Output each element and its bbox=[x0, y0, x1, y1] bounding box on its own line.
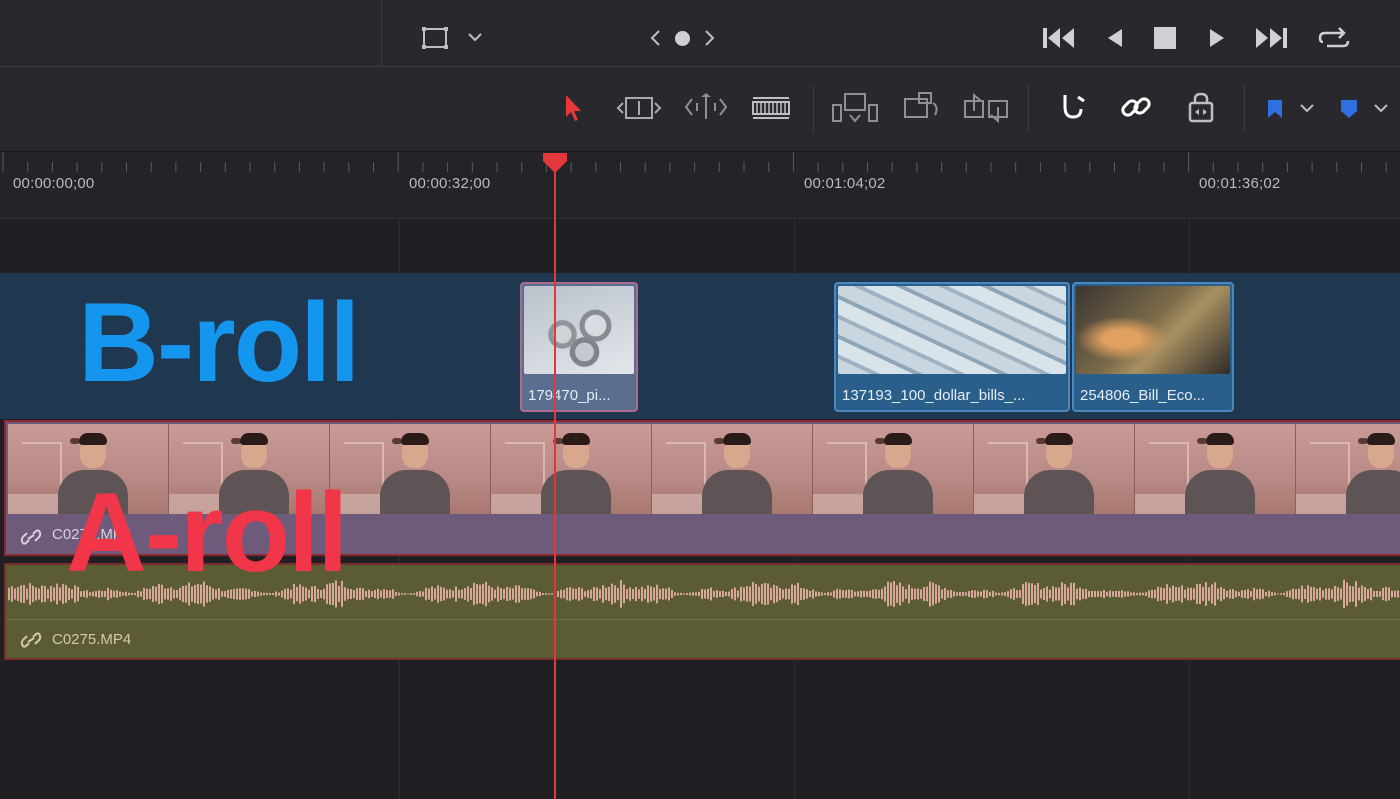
reverse-play-icon[interactable] bbox=[1102, 24, 1126, 52]
link-icon bbox=[20, 631, 42, 654]
clip-name: 254806_Bill_Eco... bbox=[1080, 387, 1206, 404]
clip-name: C0275.MP4 bbox=[52, 631, 132, 648]
playhead-line[interactable] bbox=[554, 160, 556, 799]
previous-nav-icon[interactable] bbox=[646, 28, 664, 48]
dropdown-chevron-icon[interactable] bbox=[1298, 100, 1316, 116]
video-frame bbox=[1296, 424, 1400, 514]
timecode-label: 00:00:32;00 bbox=[409, 175, 491, 192]
play-icon[interactable] bbox=[1205, 24, 1229, 52]
toolbar-separator bbox=[1244, 85, 1245, 133]
clip-thumbnail bbox=[524, 286, 634, 374]
timecode-label: 00:01:04;02 bbox=[804, 175, 886, 192]
broll-clip[interactable]: 179470_pi... bbox=[520, 282, 638, 412]
snapping-magnet-icon[interactable] bbox=[1055, 90, 1089, 124]
blade-icon[interactable] bbox=[750, 94, 792, 122]
clip-thumbnail bbox=[1076, 286, 1230, 374]
dropdown-chevron-icon[interactable] bbox=[466, 28, 484, 46]
dropdown-chevron-icon[interactable] bbox=[1372, 100, 1390, 116]
insert-clip-icon[interactable] bbox=[830, 90, 880, 126]
timecode-label: 00:01:36;02 bbox=[1199, 175, 1281, 192]
broll-clip[interactable]: 254806_Bill_Eco... bbox=[1072, 282, 1234, 412]
skip-to-start-icon[interactable] bbox=[1040, 24, 1078, 52]
replace-clip-icon[interactable] bbox=[960, 88, 1012, 126]
trim-edit-icon[interactable] bbox=[614, 92, 664, 124]
skip-to-end-icon[interactable] bbox=[1252, 24, 1290, 52]
transport-bar-left-panel bbox=[0, 0, 382, 66]
video-frame bbox=[974, 424, 1135, 514]
stop-icon[interactable] bbox=[1154, 27, 1176, 49]
flag-icon[interactable] bbox=[1264, 96, 1286, 122]
broll-clip[interactable]: 137193_100_dollar_bills_... bbox=[834, 282, 1070, 412]
video-frame bbox=[491, 424, 652, 514]
aroll-overlay-label: A-roll bbox=[66, 470, 348, 595]
timecode-label: 00:00:00;00 bbox=[13, 175, 95, 192]
playhead-handle[interactable] bbox=[541, 151, 569, 180]
video-frame bbox=[330, 424, 491, 514]
dynamic-trim-icon[interactable] bbox=[682, 90, 730, 124]
dot-indicator-icon bbox=[675, 31, 690, 46]
broll-overlay-label: B-roll bbox=[78, 280, 360, 405]
link-icon bbox=[20, 528, 42, 551]
ruler-ticks bbox=[2, 152, 1387, 172]
toolbar-separator bbox=[1028, 85, 1029, 133]
video-frame bbox=[652, 424, 813, 514]
toolbar-separator bbox=[813, 85, 814, 133]
viewer-layout-icon[interactable] bbox=[420, 24, 450, 52]
audio-divider bbox=[6, 619, 1400, 620]
clip-thumbnail bbox=[838, 286, 1066, 374]
loop-icon[interactable] bbox=[1316, 22, 1352, 54]
overwrite-clip-icon[interactable] bbox=[900, 88, 942, 126]
next-nav-icon[interactable] bbox=[701, 28, 719, 48]
clip-name: 137193_100_dollar_bills_... bbox=[842, 387, 1026, 404]
position-lock-icon[interactable] bbox=[1184, 90, 1218, 126]
linked-selection-icon[interactable] bbox=[1118, 90, 1154, 124]
marker-icon[interactable] bbox=[1337, 96, 1361, 122]
clip-name: 179470_pi... bbox=[528, 387, 611, 404]
video-frame bbox=[1135, 424, 1296, 514]
video-frame bbox=[813, 424, 974, 514]
selection-arrow-icon[interactable] bbox=[560, 92, 586, 124]
